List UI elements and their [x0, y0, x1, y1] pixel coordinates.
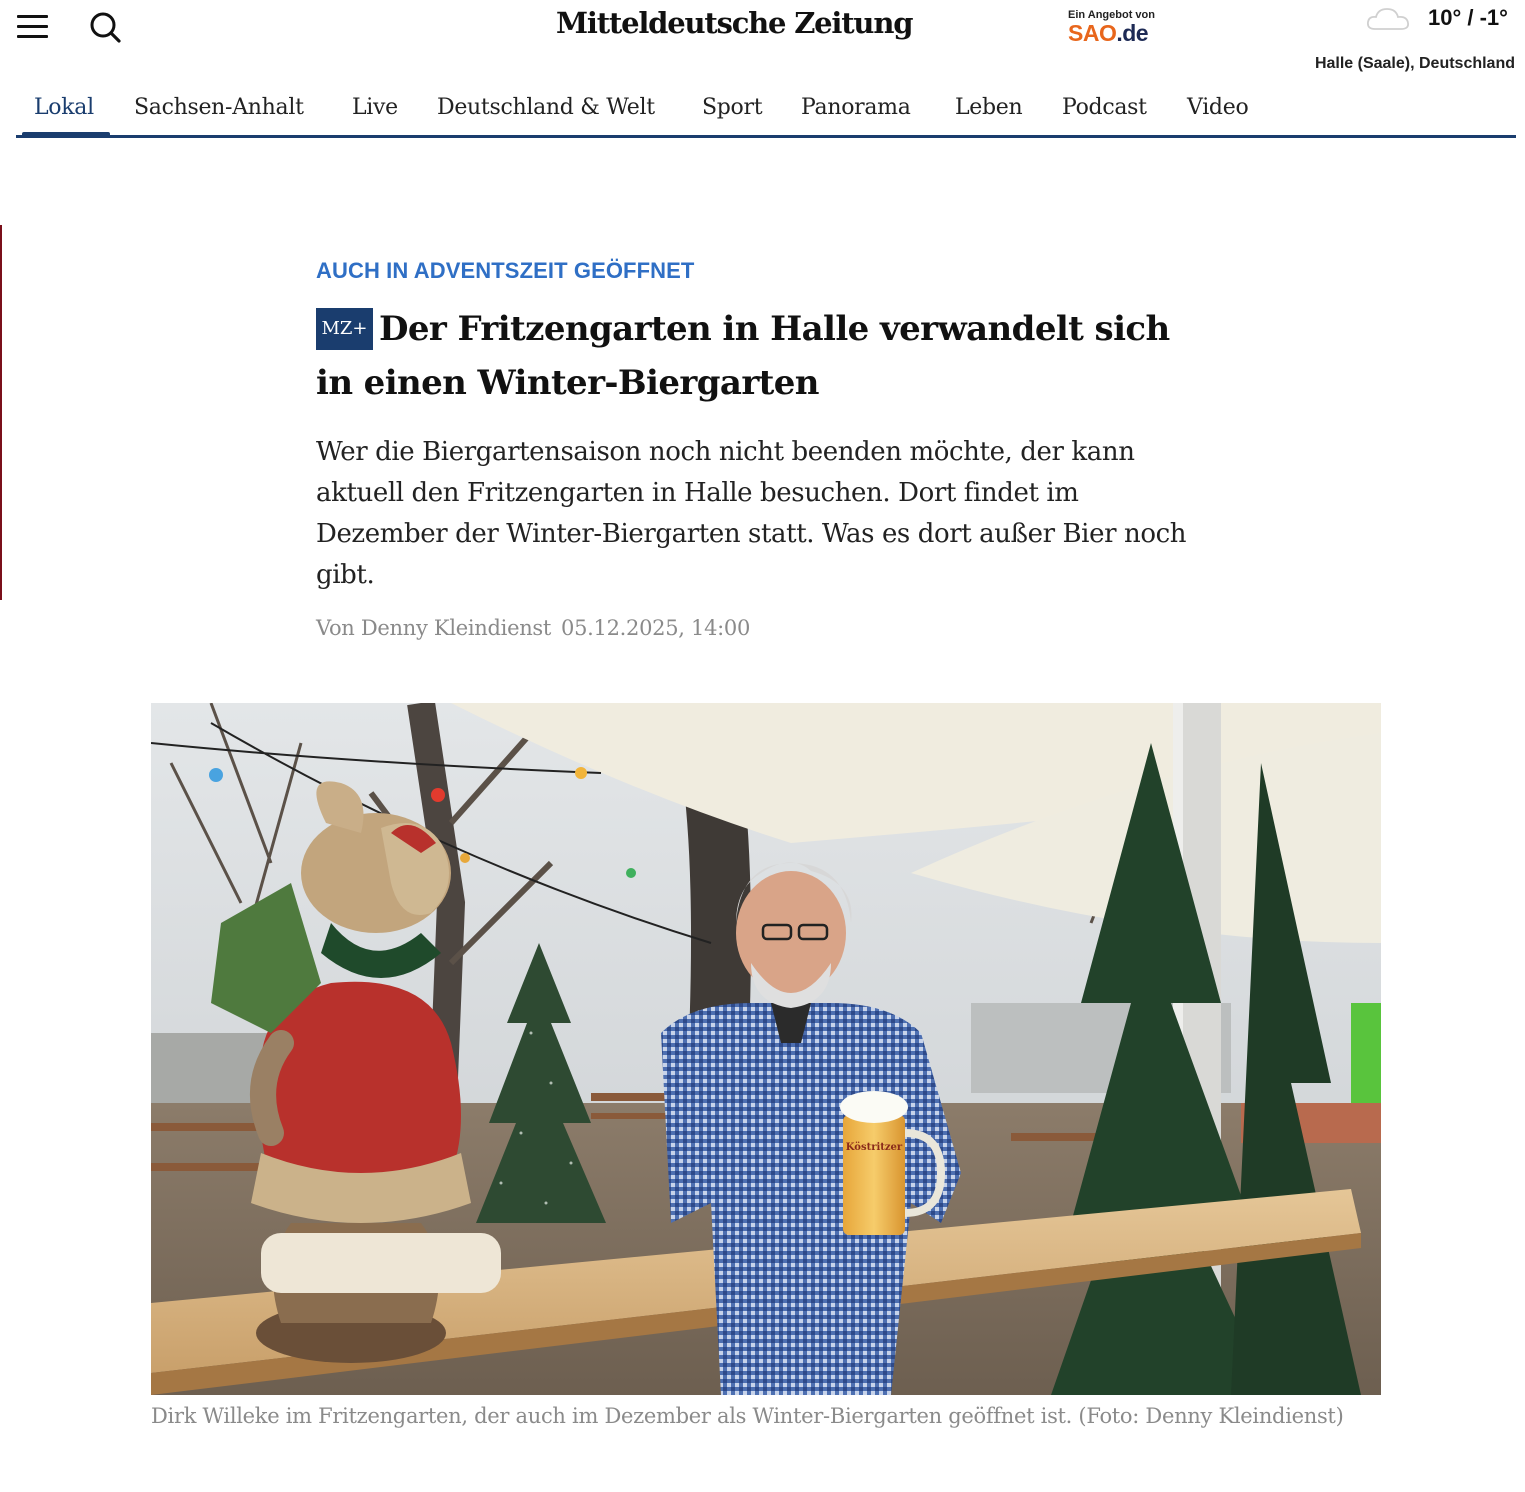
nav-item-panorama[interactable]: Panorama	[801, 95, 911, 120]
nav-item-sachsen-anhalt[interactable]: Sachsen-Anhalt	[134, 95, 304, 120]
mug-label: Köstritzer	[846, 1142, 903, 1153]
sao-logo-link[interactable]: Ein Angebot von SAO.de	[1068, 9, 1178, 45]
search-icon[interactable]	[88, 10, 122, 44]
photo-caption: Dirk Willeke im Fritzengarten, der auch …	[151, 1404, 1344, 1428]
nav-active-indicator	[22, 132, 110, 138]
green-booth	[1351, 1003, 1381, 1113]
temperature: 10° / -1°	[1428, 5, 1508, 30]
cloud-icon	[1366, 8, 1410, 30]
hamburger-menu-icon[interactable]	[17, 14, 49, 40]
nav-item-live[interactable]: Live	[352, 95, 398, 120]
article-teaser: Wer die Biergartensaison noch nicht been…	[316, 437, 1187, 590]
nav-item-leben[interactable]: Leben	[955, 95, 1023, 120]
site-logo[interactable]: Mitteldeutsche Zeitung	[556, 6, 913, 40]
nav-item-podcast[interactable]: Podcast	[1062, 95, 1147, 120]
side-ad-edge	[0, 225, 2, 600]
nav-item-lokal[interactable]: Lokal	[34, 95, 94, 120]
nav-item-deutschland-welt[interactable]: Deutschland & Welt	[437, 95, 655, 120]
article-headline: MZ+ Der Fritzengarten in Halle verwandelt…	[316, 302, 1216, 410]
publish-date: 05.12.2025, 14:00	[561, 616, 751, 640]
sao-logo: SAO.de	[1068, 20, 1149, 46]
mz-plus-badge: MZ+	[316, 308, 373, 350]
article-photo[interactable]: Köstritzer	[151, 703, 1381, 1395]
photo-scene: Köstritzer	[151, 703, 1381, 1395]
top-header: Mitteldeutsche Zeitung Ein Angebot von S…	[0, 0, 1525, 80]
nav-item-sport[interactable]: Sport	[702, 95, 763, 120]
article-kicker: AUCH IN ADVENTSZEIT GEÖFFNET	[316, 258, 695, 283]
article-byline: Von Denny Kleindienst 05.12.2025, 14:00	[316, 616, 750, 640]
main-navigation: Lokal Sachsen-Anhalt Live Deutschland & …	[16, 88, 1516, 138]
nav-item-video[interactable]: Video	[1187, 95, 1249, 120]
author-name[interactable]: Von Denny Kleindienst	[316, 616, 551, 640]
weather-location: Halle (Saale), Deutschland	[1314, 55, 1515, 72]
headline-text: Der Fritzengarten in Halle verwandelt si…	[316, 309, 1170, 403]
